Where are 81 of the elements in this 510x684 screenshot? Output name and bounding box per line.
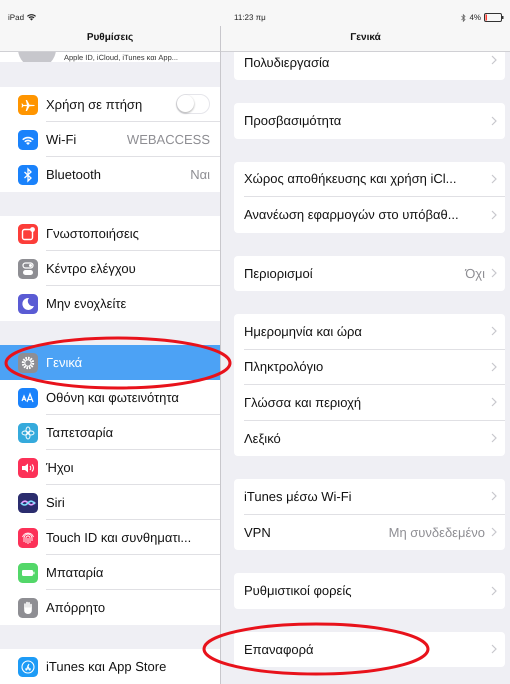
sidebar-item[interactable]: Bluetooth Ναι bbox=[0, 157, 220, 192]
sidebar-item[interactable]: Γνωστοποιήσεις bbox=[0, 216, 220, 251]
settings-row[interactable]: Προσβασιμότητα bbox=[234, 103, 505, 138]
item-label: Οθόνη και φωτεινότητα bbox=[46, 390, 180, 404]
item-label: iTunes μέσω Wi-Fi bbox=[244, 488, 353, 504]
item-label: Ήχοι bbox=[46, 460, 74, 474]
chevron-icon bbox=[491, 397, 497, 408]
wifi-signal-icon bbox=[27, 14, 36, 21]
device-name: iPad bbox=[8, 13, 24, 22]
item-label: Πληκτρολόγιο bbox=[244, 359, 324, 374]
chevron-icon bbox=[491, 644, 497, 654]
settings-row[interactable]: Πληκτρολόγιο bbox=[234, 350, 505, 385]
item-label: Ταπετσαρία bbox=[46, 424, 114, 440]
clock-time: 11:23 πμ bbox=[234, 13, 266, 22]
chevron-icon bbox=[491, 210, 497, 220]
item-label: Λεξικό bbox=[244, 430, 282, 446]
item-label: Χρήση σε πτήση bbox=[46, 96, 144, 112]
chevron-icon bbox=[491, 268, 497, 278]
item-value: Μη συνδεδεμένο bbox=[388, 524, 485, 540]
sidebar-title: Ρυθμίσεις bbox=[0, 26, 220, 52]
item-value: Ναι bbox=[190, 167, 210, 182]
settings-row[interactable]: Χώρος αποθήκευσης και χρήση iCl... bbox=[234, 162, 505, 197]
chevron-icon bbox=[491, 433, 497, 444]
chevron-icon bbox=[491, 527, 497, 538]
item-label: iTunes και App Store bbox=[46, 659, 168, 674]
sidebar-item[interactable]: Μπαταρία bbox=[0, 555, 220, 590]
chevron-icon bbox=[491, 326, 497, 336]
sidebar-item[interactable]: Siri bbox=[0, 485, 220, 520]
battery-icon bbox=[484, 13, 504, 22]
item-label: Απόρρητο bbox=[46, 600, 106, 615]
settings-row[interactable]: VPN Μη συνδεδεμένο bbox=[234, 514, 505, 550]
item-label: Ρυθμιστικοί φορείς bbox=[244, 583, 353, 598]
chevron-icon bbox=[491, 55, 497, 65]
item-label: Μην ενοχλείτε bbox=[46, 296, 128, 311]
item-label: Wi-Fi bbox=[46, 132, 78, 146]
settings-row[interactable]: Ημερομηνία και ώρα bbox=[234, 314, 505, 350]
settings-row[interactable]: iTunes μέσω Wi-Fi bbox=[234, 479, 505, 514]
item-value: WEBACCESS bbox=[126, 132, 210, 146]
page-title: Γενικά bbox=[221, 26, 510, 52]
settings-row[interactable]: Πολυδιεργασία bbox=[234, 52, 505, 80]
sidebar-item[interactable]: Κέντρο ελέγχου bbox=[0, 251, 220, 286]
sidebar-item[interactable]: Χρήση σε πτήση bbox=[0, 87, 220, 122]
item-label: Ανανέωση εφαρμογών στο υπόβαθ... bbox=[244, 207, 460, 222]
item-label: Γνωστοποιήσεις bbox=[46, 226, 140, 240]
toggle-switch[interactable] bbox=[176, 94, 210, 114]
item-label: Μπαταρία bbox=[46, 564, 104, 580]
bluetooth-icon bbox=[461, 14, 466, 22]
settings-row[interactable]: Λεξικό bbox=[234, 420, 505, 456]
sidebar-item[interactable]: Οθόνη και φωτεινότητα bbox=[0, 380, 220, 415]
item-value: Όχι bbox=[465, 266, 485, 281]
item-label: Χώρος αποθήκευσης και χρήση iCl... bbox=[244, 171, 458, 186]
settings-row[interactable]: Ανανέωση εφαρμογών στο υπόβαθ... bbox=[234, 197, 505, 232]
settings-row[interactable]: Περιορισμοί Όχι bbox=[234, 256, 505, 291]
item-label: Ημερομηνία και ώρα bbox=[244, 324, 363, 339]
item-label: Περιορισμοί bbox=[244, 266, 314, 281]
sidebar-item[interactable]: Ταπετσαρία bbox=[0, 415, 220, 450]
item-label: Bluetooth bbox=[46, 167, 102, 182]
item-label: Touch ID και συνθηματι... bbox=[46, 530, 192, 544]
sidebar-item[interactable]: Wi-Fi WEBACCESS bbox=[0, 122, 220, 157]
settings-row[interactable]: Ρυθμιστικοί φορείς bbox=[234, 573, 505, 608]
chevron-icon bbox=[491, 362, 497, 372]
chevron-icon bbox=[491, 174, 497, 184]
settings-row[interactable]: Επαναφορά bbox=[234, 632, 505, 667]
item-label: VPN bbox=[244, 524, 272, 540]
chevron-icon bbox=[491, 116, 497, 126]
chevron-icon bbox=[491, 491, 497, 502]
item-label: Πολυδιεργασία bbox=[244, 55, 330, 70]
battery-percentage: 4% bbox=[469, 13, 481, 22]
sidebar-item[interactable]: Ήχοι bbox=[0, 450, 220, 485]
chevron-icon bbox=[491, 586, 497, 596]
item-label: Siri bbox=[46, 494, 66, 510]
sidebar-item[interactable]: Touch ID και συνθηματι... bbox=[0, 520, 220, 555]
item-label: Προσβασιμότητα bbox=[244, 113, 342, 128]
item-label: Επαναφορά bbox=[244, 642, 315, 657]
item-label: Κέντρο ελέγχου bbox=[46, 260, 137, 276]
settings-row[interactable]: Γλώσσα και περιοχή bbox=[234, 385, 505, 420]
sidebar-item[interactable]: Μην ενοχλείτε bbox=[0, 286, 220, 321]
sidebar-item[interactable]: Απόρρητο bbox=[0, 590, 220, 625]
item-label: Γλώσσα και περιοχή bbox=[244, 394, 362, 410]
item-label: Γενικά bbox=[46, 355, 84, 370]
sidebar-item[interactable]: iTunes και App Store bbox=[0, 649, 220, 684]
